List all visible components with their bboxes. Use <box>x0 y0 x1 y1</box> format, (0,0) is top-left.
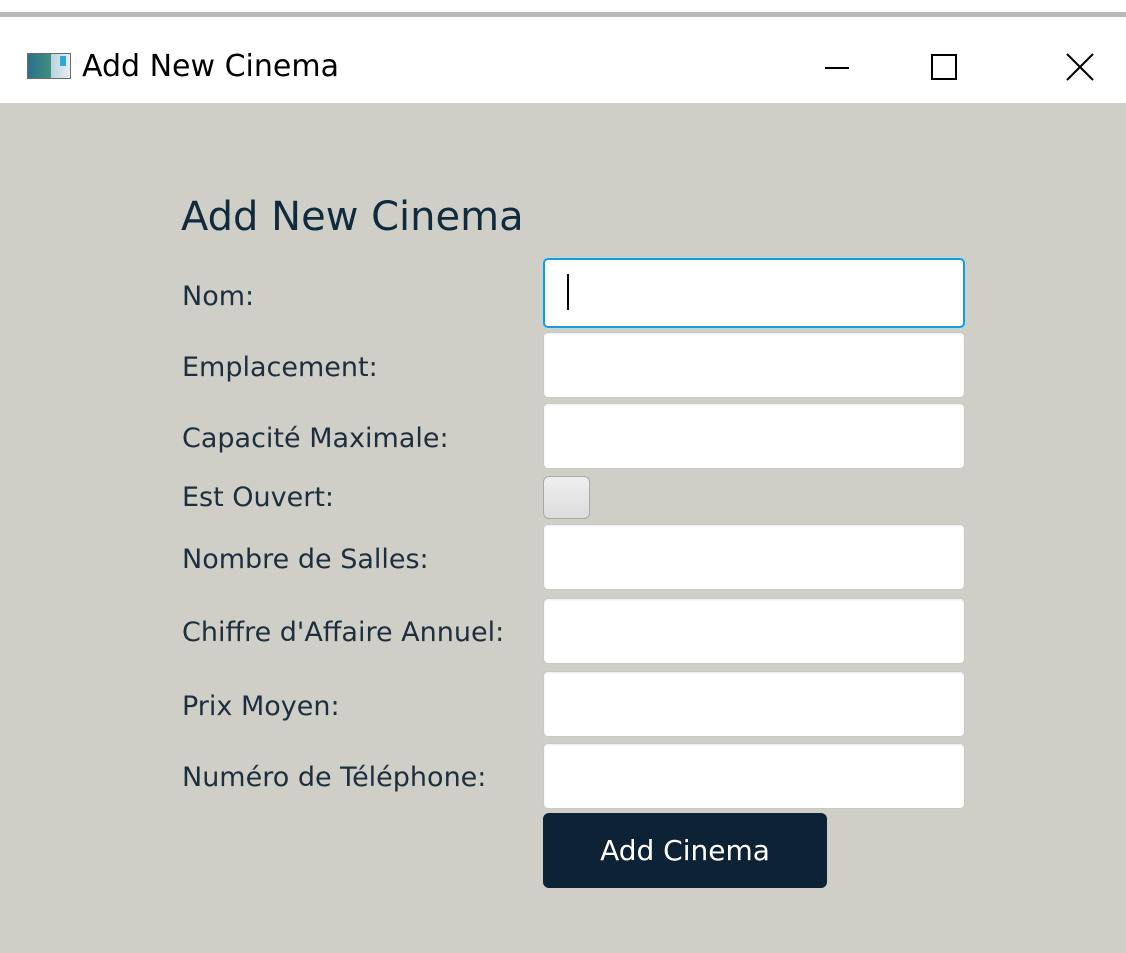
app-window-icon <box>27 53 71 79</box>
chiffre-input[interactable] <box>543 598 965 664</box>
nom-input[interactable] <box>543 258 965 328</box>
close-button[interactable] <box>1030 17 1126 103</box>
app-window: Add New Cinema Add New Cinema Nom: Empla… <box>0 0 1126 953</box>
emplacement-label: Emplacement: <box>182 352 378 383</box>
form-heading: Add New Cinema <box>181 194 524 240</box>
maximize-button[interactable] <box>895 17 995 103</box>
chiffre-label: Chiffre d'Affaire Annuel: <box>182 617 505 648</box>
est-ouvert-label: Est Ouvert: <box>182 482 335 513</box>
minimize-button[interactable] <box>785 17 885 103</box>
est-ouvert-checkbox[interactable] <box>543 476 590 519</box>
capacite-input[interactable] <box>543 403 965 469</box>
capacite-label: Capacité Maximale: <box>182 423 449 454</box>
minimize-icon <box>825 67 849 69</box>
prix-input[interactable] <box>543 671 965 737</box>
nom-label: Nom: <box>182 281 255 312</box>
window-title: Add New Cinema <box>82 49 339 84</box>
add-cinema-button[interactable]: Add Cinema <box>543 813 827 888</box>
telephone-label: Numéro de Téléphone: <box>182 762 487 793</box>
salles-label: Nombre de Salles: <box>182 544 429 575</box>
maximize-icon <box>931 54 957 80</box>
text-caret <box>567 274 569 310</box>
telephone-input[interactable] <box>543 743 965 809</box>
close-icon <box>1066 53 1094 81</box>
emplacement-input[interactable] <box>543 332 965 398</box>
salles-input[interactable] <box>543 524 965 590</box>
prix-label: Prix Moyen: <box>182 691 340 722</box>
